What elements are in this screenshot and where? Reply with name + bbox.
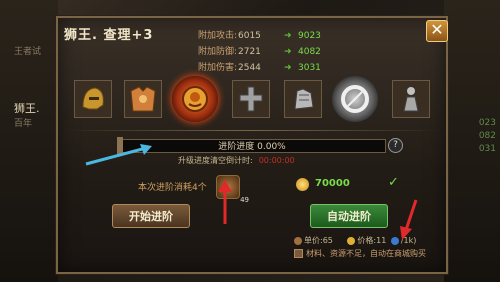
gold-coin-small-icon — [347, 236, 356, 245]
armor-icon[interactable] — [124, 80, 162, 118]
stat-new-value: 9023 — [298, 31, 321, 41]
bg-label: 王者试 — [14, 47, 42, 57]
timer-value: 00:00:00 — [258, 156, 295, 165]
upgrade-arrow-icon: ➜ — [284, 63, 292, 73]
stat-new-value: 3031 — [298, 63, 321, 73]
stat-row-defense: 附加防御:2721 ➜ 4082 — [198, 44, 321, 57]
red-pointer-arrow-icon — [400, 199, 418, 240]
red-pointer-arrow-icon — [218, 180, 232, 224]
gold-cost: 70000 — [315, 178, 350, 189]
figure-icon[interactable] — [392, 80, 430, 118]
ring-icon[interactable] — [332, 76, 378, 122]
lion-emblem-icon[interactable] — [172, 76, 218, 122]
auto-buy-label: 材料、资源不足，自动在商城购买 — [306, 249, 426, 258]
help-icon[interactable]: ? — [388, 138, 403, 153]
stat-value: 6015 — [238, 31, 261, 41]
close-button[interactable]: ✕ — [426, 20, 448, 42]
auto-buy-note: 材料、资源不足，自动在商城购买 — [294, 248, 426, 259]
stat-row-damage: 附加伤害:2544 ➜ 3031 — [198, 60, 321, 73]
gauntlet-icon[interactable] — [284, 80, 322, 118]
material-count: 49 — [240, 196, 249, 204]
auto-advance-button[interactable]: 自动进阶 — [310, 204, 388, 228]
stat-value: 2721 — [238, 47, 261, 57]
reset-timer: 升级进度清空倒计时: 00:00:00 — [178, 155, 295, 166]
bg-label: 031 — [478, 144, 496, 154]
divider — [64, 130, 440, 131]
bg-label: 023 — [478, 118, 496, 128]
bg-label: 百年 — [14, 119, 33, 129]
stat-label: 附加攻击: — [198, 31, 238, 41]
equipment-icon-row — [74, 76, 434, 124]
timer-label: 升级进度清空倒计时: — [178, 156, 253, 165]
gold-coin-icon — [296, 178, 309, 191]
cyan-pointer-arrow-icon — [85, 144, 152, 166]
total-price: 价格:11 — [357, 236, 387, 245]
upgrade-arrow-icon: ➜ — [284, 31, 292, 41]
unit-price: 单价:65 — [304, 236, 333, 245]
upgrade-arrow-icon: ➜ — [284, 47, 292, 57]
stat-label: 附加伤害: — [198, 63, 238, 73]
stat-label: 附加防御: — [198, 47, 238, 57]
material-small-icon — [294, 236, 302, 245]
stat-new-value: 4082 — [298, 47, 321, 57]
check-icon: ✓ — [388, 175, 399, 190]
background-left-column: 王者试 狮王. 百年 — [0, 0, 58, 282]
bg-label: 082 — [478, 131, 496, 141]
stat-value: 2544 — [238, 63, 261, 73]
auto-buy-checkbox[interactable] — [294, 249, 303, 258]
background-right-column: 023 082 031 — [444, 0, 500, 282]
helmet-icon[interactable] — [74, 80, 112, 118]
dialog-title: 狮王. 查理+3 — [64, 28, 154, 43]
bg-label: 狮王. — [14, 102, 40, 115]
stat-row-attack: 附加攻击:6015 ➜ 9023 — [198, 28, 321, 41]
consume-label: 本次进阶消耗4个 — [138, 183, 207, 193]
start-advance-button[interactable]: 开始进阶 — [112, 204, 190, 228]
cross-icon[interactable] — [232, 80, 270, 118]
